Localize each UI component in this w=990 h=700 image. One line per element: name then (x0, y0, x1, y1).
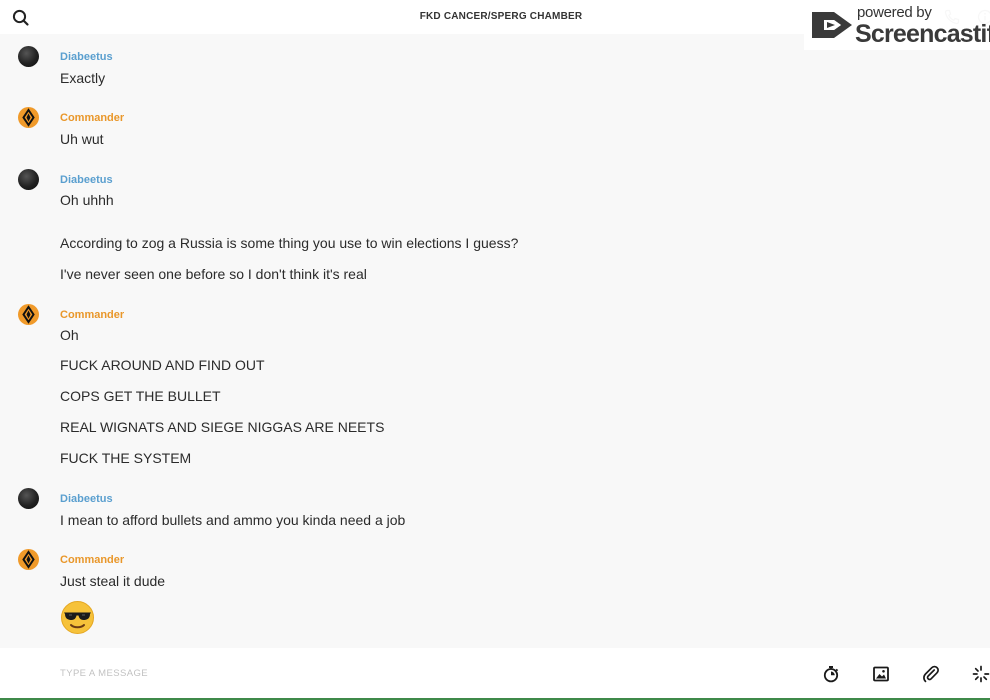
message-author[interactable]: Commander (60, 112, 124, 124)
message-text: Exactly (60, 70, 106, 86)
emblem-icon (22, 108, 35, 127)
message-input[interactable] (60, 662, 660, 684)
timer-icon[interactable] (822, 665, 840, 683)
watermark-powered-text: powered by (857, 4, 932, 21)
message-text: FUCK THE SYSTEM (60, 450, 192, 466)
message-text: According to zog a Russia is some thing … (60, 235, 519, 251)
message-author[interactable]: Commander (60, 309, 124, 321)
avatar[interactable] (18, 107, 39, 128)
message-text: Oh (60, 327, 79, 343)
paperclip-icon[interactable] (922, 665, 940, 683)
composer-bar (0, 648, 990, 698)
screencastify-watermark: powered by Screencastify (804, 0, 990, 50)
sparkle-icon[interactable] (972, 665, 990, 683)
message-text: Uh wut (60, 131, 104, 147)
avatar[interactable] (18, 169, 39, 190)
avatar[interactable] (18, 304, 39, 325)
avatar[interactable] (18, 488, 39, 509)
message-text: Just steal it dude (60, 573, 166, 589)
message-text: I've never seen one before so I don't th… (60, 266, 367, 282)
image-icon[interactable] (872, 665, 890, 683)
message-text: FUCK AROUND AND FIND OUT (60, 357, 265, 373)
emblem-icon (22, 305, 35, 324)
message-author[interactable]: Commander (60, 554, 124, 566)
message-author[interactable]: Diabeetus (60, 51, 113, 63)
message-author[interactable]: Diabeetus (60, 493, 113, 505)
message-text: REAL WIGNATS AND SIEGE NIGGAS ARE NEETS (60, 419, 385, 435)
message-text: I mean to afford bullets and ammo you ki… (60, 512, 406, 528)
avatar[interactable] (18, 46, 39, 67)
watermark-brand-text: Screencastify (855, 20, 990, 48)
emblem-icon (22, 550, 35, 569)
screencastify-logo-icon (810, 8, 854, 47)
sunglasses-emoji (60, 600, 95, 635)
message-author[interactable]: Diabeetus (60, 174, 113, 186)
message-text: COPS GET THE BULLET (60, 388, 221, 404)
message-text: Oh uhhh (60, 192, 114, 208)
avatar[interactable] (18, 549, 39, 570)
